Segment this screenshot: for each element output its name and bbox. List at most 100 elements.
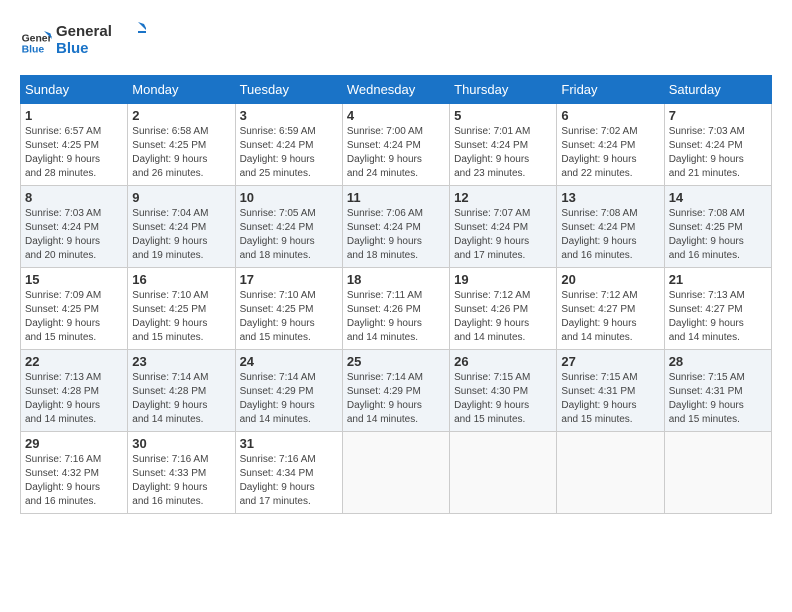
day-number: 31	[240, 436, 338, 451]
calendar-header-sunday: Sunday	[21, 76, 128, 104]
day-number: 26	[454, 354, 552, 369]
day-number: 8	[25, 190, 123, 205]
day-info: Sunrise: 7:14 AM Sunset: 4:29 PM Dayligh…	[347, 371, 445, 427]
header: General Blue General Blue	[20, 20, 772, 65]
calendar-cell: 11Sunrise: 7:06 AM Sunset: 4:24 PM Dayli…	[342, 186, 449, 268]
calendar-week-4: 22 Sunrise: 7:13 AM Sunset: 4:28 PM Dayli…	[21, 350, 772, 432]
day-number: 6	[561, 108, 659, 123]
calendar-cell: 30Sunrise: 7:16 AM Sunset: 4:33 PM Dayli…	[128, 432, 235, 514]
day-number: 13	[561, 190, 659, 205]
day-info: Sunrise: 7:09 AM Sunset: 4:25 PM Dayligh…	[25, 289, 123, 345]
day-info: Sunrise: 7:12 AM Sunset: 4:27 PM Dayligh…	[561, 289, 659, 345]
day-info: Sunrise: 7:15 AM Sunset: 4:31 PM Dayligh…	[669, 371, 767, 427]
day-number: 2	[132, 108, 230, 123]
calendar-cell: 5 Sunrise: 7:01 AM Sunset: 4:24 PM Daylig…	[450, 104, 557, 186]
calendar-cell: 22 Sunrise: 7:13 AM Sunset: 4:28 PM Dayli…	[21, 350, 128, 432]
calendar-header-thursday: Thursday	[450, 76, 557, 104]
svg-text:General: General	[56, 23, 112, 40]
calendar-cell: 4 Sunrise: 7:00 AM Sunset: 4:24 PM Daylig…	[342, 104, 449, 186]
day-number: 27	[561, 354, 659, 369]
day-info: Sunrise: 7:08 AM Sunset: 4:24 PM Dayligh…	[561, 207, 659, 263]
day-info: Sunrise: 6:58 AM Sunset: 4:25 PM Dayligh…	[132, 125, 230, 181]
day-info: Sunrise: 7:10 AM Sunset: 4:25 PM Dayligh…	[132, 289, 230, 345]
day-number: 25	[347, 354, 445, 369]
day-info: Sunrise: 7:07 AM Sunset: 4:24 PM Dayligh…	[454, 207, 552, 263]
calendar-cell: 12 Sunrise: 7:07 AM Sunset: 4:24 PM Dayli…	[450, 186, 557, 268]
day-info: Sunrise: 7:04 AM Sunset: 4:24 PM Dayligh…	[132, 207, 230, 263]
day-number: 12	[454, 190, 552, 205]
day-info: Sunrise: 7:12 AM Sunset: 4:26 PM Dayligh…	[454, 289, 552, 345]
day-info: Sunrise: 7:15 AM Sunset: 4:30 PM Dayligh…	[454, 371, 552, 427]
calendar-cell: 28Sunrise: 7:15 AM Sunset: 4:31 PM Dayli…	[664, 350, 771, 432]
day-number: 24	[240, 354, 338, 369]
calendar-cell: 24Sunrise: 7:14 AM Sunset: 4:29 PM Dayli…	[235, 350, 342, 432]
calendar-cell: 6 Sunrise: 7:02 AM Sunset: 4:24 PM Daylig…	[557, 104, 664, 186]
day-info: Sunrise: 7:13 AM Sunset: 4:27 PM Dayligh…	[669, 289, 767, 345]
calendar-cell: 16 Sunrise: 7:10 AM Sunset: 4:25 PM Dayli…	[128, 268, 235, 350]
day-info: Sunrise: 7:15 AM Sunset: 4:31 PM Dayligh…	[561, 371, 659, 427]
day-number: 15	[25, 272, 123, 287]
calendar-header-tuesday: Tuesday	[235, 76, 342, 104]
calendar-header-saturday: Saturday	[664, 76, 771, 104]
day-info: Sunrise: 7:11 AM Sunset: 4:26 PM Dayligh…	[347, 289, 445, 345]
day-number: 5	[454, 108, 552, 123]
calendar-header-monday: Monday	[128, 76, 235, 104]
day-number: 7	[669, 108, 767, 123]
day-info: Sunrise: 7:16 AM Sunset: 4:34 PM Dayligh…	[240, 453, 338, 509]
day-info: Sunrise: 6:59 AM Sunset: 4:24 PM Dayligh…	[240, 125, 338, 181]
day-info: Sunrise: 7:02 AM Sunset: 4:24 PM Dayligh…	[561, 125, 659, 181]
calendar-cell: 26 Sunrise: 7:15 AM Sunset: 4:30 PM Dayli…	[450, 350, 557, 432]
calendar-cell: 19 Sunrise: 7:12 AM Sunset: 4:26 PM Dayli…	[450, 268, 557, 350]
day-number: 11	[347, 190, 445, 205]
calendar-header-row: SundayMondayTuesdayWednesdayThursdayFrid…	[21, 76, 772, 104]
calendar-header-wednesday: Wednesday	[342, 76, 449, 104]
calendar-cell: 25 Sunrise: 7:14 AM Sunset: 4:29 PM Dayli…	[342, 350, 449, 432]
calendar-cell: 29Sunrise: 7:16 AM Sunset: 4:32 PM Dayli…	[21, 432, 128, 514]
calendar-cell: 27 Sunrise: 7:15 AM Sunset: 4:31 PM Dayli…	[557, 350, 664, 432]
calendar-table: SundayMondayTuesdayWednesdayThursdayFrid…	[20, 75, 772, 514]
day-info: Sunrise: 7:08 AM Sunset: 4:25 PM Dayligh…	[669, 207, 767, 263]
day-info: Sunrise: 7:03 AM Sunset: 4:24 PM Dayligh…	[669, 125, 767, 181]
calendar-cell	[342, 432, 449, 514]
calendar-cell: 1 Sunrise: 6:57 AM Sunset: 4:25 PM Daylig…	[21, 104, 128, 186]
day-number: 1	[25, 108, 123, 123]
day-number: 14	[669, 190, 767, 205]
day-info: Sunrise: 7:14 AM Sunset: 4:28 PM Dayligh…	[132, 371, 230, 427]
day-number: 19	[454, 272, 552, 287]
day-info: Sunrise: 6:57 AM Sunset: 4:25 PM Dayligh…	[25, 125, 123, 181]
logo-icon: General Blue	[20, 27, 52, 59]
day-number: 20	[561, 272, 659, 287]
day-info: Sunrise: 7:00 AM Sunset: 4:24 PM Dayligh…	[347, 125, 445, 181]
calendar-cell: 13 Sunrise: 7:08 AM Sunset: 4:24 PM Dayli…	[557, 186, 664, 268]
day-number: 29	[25, 436, 123, 451]
calendar-cell: 18 Sunrise: 7:11 AM Sunset: 4:26 PM Dayli…	[342, 268, 449, 350]
calendar-cell: 7 Sunrise: 7:03 AM Sunset: 4:24 PM Daylig…	[664, 104, 771, 186]
day-info: Sunrise: 7:05 AM Sunset: 4:24 PM Dayligh…	[240, 207, 338, 263]
calendar-week-5: 29Sunrise: 7:16 AM Sunset: 4:32 PM Dayli…	[21, 432, 772, 514]
calendar-cell: 21 Sunrise: 7:13 AM Sunset: 4:27 PM Dayli…	[664, 268, 771, 350]
calendar-cell: 15 Sunrise: 7:09 AM Sunset: 4:25 PM Dayli…	[21, 268, 128, 350]
calendar-week-3: 15 Sunrise: 7:09 AM Sunset: 4:25 PM Dayli…	[21, 268, 772, 350]
calendar-cell: 2 Sunrise: 6:58 AM Sunset: 4:25 PM Daylig…	[128, 104, 235, 186]
day-info: Sunrise: 7:03 AM Sunset: 4:24 PM Dayligh…	[25, 207, 123, 263]
day-number: 16	[132, 272, 230, 287]
calendar-cell	[450, 432, 557, 514]
calendar-cell: 23Sunrise: 7:14 AM Sunset: 4:28 PM Dayli…	[128, 350, 235, 432]
day-info: Sunrise: 7:13 AM Sunset: 4:28 PM Dayligh…	[25, 371, 123, 427]
day-info: Sunrise: 7:01 AM Sunset: 4:24 PM Dayligh…	[454, 125, 552, 181]
calendar-cell: 8 Sunrise: 7:03 AM Sunset: 4:24 PM Daylig…	[21, 186, 128, 268]
svg-text:Blue: Blue	[56, 40, 89, 57]
logo: General Blue General Blue	[20, 20, 146, 65]
calendar-cell: 20 Sunrise: 7:12 AM Sunset: 4:27 PM Dayli…	[557, 268, 664, 350]
day-number: 4	[347, 108, 445, 123]
day-number: 21	[669, 272, 767, 287]
day-info: Sunrise: 7:10 AM Sunset: 4:25 PM Dayligh…	[240, 289, 338, 345]
calendar-cell	[664, 432, 771, 514]
logo-svg: General Blue	[56, 20, 146, 60]
day-number: 22	[25, 354, 123, 369]
calendar-cell: 17Sunrise: 7:10 AM Sunset: 4:25 PM Dayli…	[235, 268, 342, 350]
day-info: Sunrise: 7:16 AM Sunset: 4:33 PM Dayligh…	[132, 453, 230, 509]
day-number: 18	[347, 272, 445, 287]
svg-text:Blue: Blue	[22, 44, 45, 55]
calendar-body: 1 Sunrise: 6:57 AM Sunset: 4:25 PM Daylig…	[21, 104, 772, 514]
